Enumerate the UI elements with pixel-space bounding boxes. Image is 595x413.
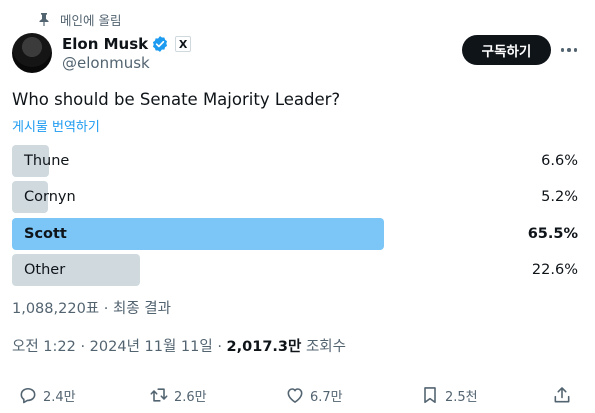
poll-bar	[12, 218, 385, 250]
poll-option-percent: 5.2%	[541, 189, 578, 205]
bookmark-button[interactable]: 2.5천	[420, 380, 478, 410]
bookmark-count: 2.5천	[445, 389, 478, 405]
share-icon	[554, 387, 570, 403]
verified-badge-icon[interactable]	[151, 35, 169, 53]
poll-option-label: Scott	[24, 226, 67, 242]
reply-icon	[20, 387, 36, 404]
poll-option: Cornyn 5.2%	[12, 181, 580, 213]
pin-icon	[39, 13, 49, 26]
author-name[interactable]: Elon Musk	[62, 35, 148, 53]
pinned-indicator: 메인에 올림	[38, 10, 121, 28]
poll-option-percent: 65.5%	[527, 226, 578, 242]
reply-count: 2.4만	[43, 389, 76, 405]
translate-post-link[interactable]: 게시물 번역하기	[12, 116, 100, 135]
avatar[interactable]	[12, 33, 52, 73]
like-button[interactable]: 6.7만	[285, 380, 343, 410]
like-count: 6.7만	[310, 389, 343, 405]
subscribe-button[interactable]: 구독하기	[462, 35, 551, 65]
post-timestamp[interactable]: 오전 1:22 · 2024년 11월 11일 ·	[12, 339, 227, 355]
poll-option: Scott 65.5%	[12, 218, 580, 250]
repost-count: 2.6만	[174, 389, 207, 405]
poll-option-percent: 6.6%	[541, 153, 578, 169]
repost-icon	[150, 388, 168, 402]
poll-option-label: Other	[24, 262, 66, 278]
reply-button[interactable]: 2.4만	[18, 380, 76, 410]
poll-option: Other 22.6%	[12, 254, 580, 286]
repost-button[interactable]: 2.6만	[149, 380, 207, 410]
poll-option-label: Thune	[24, 153, 70, 169]
poll-vote-summary: 1,088,220표 · 최종 결과	[12, 301, 171, 317]
author-name-row: Elon Musk X	[62, 34, 192, 54]
pinned-label: 메인에 올림	[60, 12, 122, 28]
post-text: Who should be Senate Majority Leader?	[12, 90, 341, 109]
view-count: 2,017.3만	[226, 339, 302, 355]
post-meta: 오전 1:22 · 2024년 11월 11일 · 2,017.3만 조회수	[12, 335, 346, 356]
more-icon[interactable]	[558, 40, 580, 60]
view-label: 조회수	[301, 339, 346, 355]
action-bar: 2.4만 2.6만 6.7만 2.5천	[12, 380, 580, 410]
author-handle[interactable]: @elonmusk	[62, 54, 150, 72]
poll-option-label: Cornyn	[24, 189, 76, 205]
share-button[interactable]	[552, 380, 577, 410]
x-logo-icon[interactable]: X	[175, 36, 192, 52]
poll-option-percent: 22.6%	[531, 262, 578, 278]
heart-icon	[287, 388, 303, 403]
bookmark-icon	[424, 387, 436, 404]
poll-option: Thune 6.6%	[12, 145, 580, 177]
